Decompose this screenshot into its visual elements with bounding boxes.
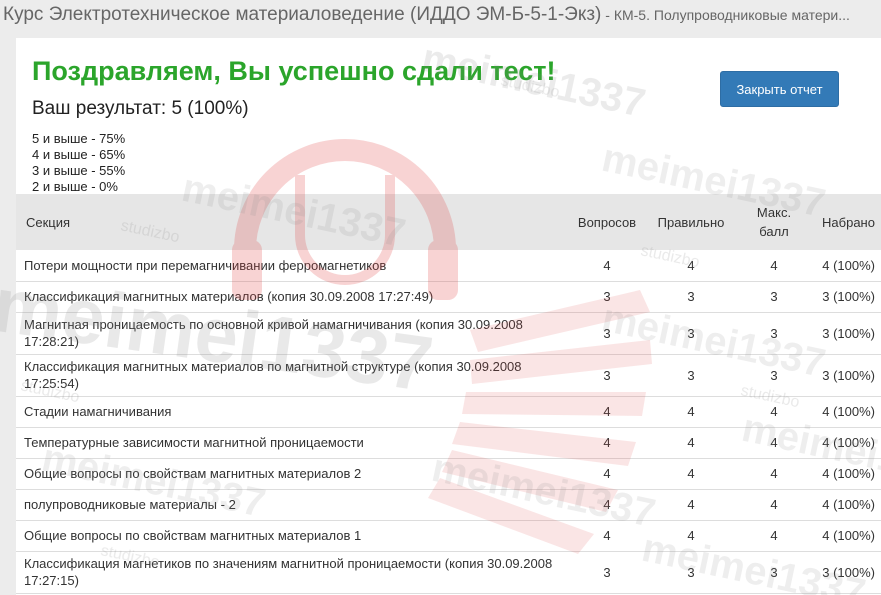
cell-questions: 4	[564, 427, 650, 459]
cell-section: Температурные зависимости магнитной прон…	[16, 427, 564, 459]
cell-correct: 3	[650, 281, 732, 313]
cell-questions: 4	[564, 250, 650, 282]
cell-questions: 3	[564, 312, 650, 355]
cell-correct: 3	[650, 551, 732, 594]
column-header-max-line2: балл	[759, 224, 789, 239]
grade-line: 2 и выше - 0%	[32, 179, 118, 194]
cell-score: 4 (100%)	[816, 520, 881, 552]
cell-correct: 4	[650, 396, 732, 428]
table-row: полупроводниковые материалы - 2 4 4 4 4 …	[16, 489, 881, 521]
column-header-questions: Вопросов	[577, 214, 637, 230]
cell-max: 3	[732, 354, 816, 397]
table-row: Общие вопросы по свойствам магнитных мат…	[16, 520, 881, 552]
cell-score: 3 (100%)	[816, 551, 881, 594]
cell-max: 4	[732, 427, 816, 459]
cell-section: Классификация магнетиков по значениям ма…	[16, 551, 564, 594]
cell-max: 4	[732, 520, 816, 552]
grade-scale: 5 и выше - 75% 4 и выше - 65% 3 и выше -…	[32, 131, 125, 195]
test-title: - КМ-5. Полупроводниковые матери...	[601, 7, 850, 23]
grade-line: 4 и выше - 65%	[32, 147, 126, 162]
cell-max: 4	[732, 396, 816, 428]
cell-correct: 4	[650, 520, 732, 552]
table-row: Классификация магнетиков по значениям ма…	[16, 551, 881, 594]
column-header-correct: Правильно	[657, 214, 725, 230]
cell-correct: 3	[650, 312, 732, 355]
cell-score: 4 (100%)	[816, 489, 881, 521]
cell-max: 3	[732, 551, 816, 594]
cell-section: Классификация магнитных материалов (копи…	[16, 281, 564, 313]
report-panel: Поздравляем, Вы успешно сдали тест! Ваш …	[16, 38, 881, 595]
table-row: Классификация магнитных материалов по ма…	[16, 354, 881, 397]
cell-section: Стадии намагничивания	[16, 396, 564, 428]
cell-section: Потери мощности при перемагничивании фер…	[16, 250, 564, 282]
cell-correct: 4	[650, 250, 732, 282]
cell-max: 3	[732, 281, 816, 313]
cell-section: Классификация магнитных материалов по ма…	[16, 354, 564, 397]
cell-score: 3 (100%)	[816, 281, 881, 313]
cell-correct: 4	[650, 458, 732, 490]
cell-max: 3	[732, 312, 816, 355]
cell-section: полупроводниковые материалы - 2	[16, 489, 564, 521]
table-row: Магнитная проницаемость по основной крив…	[16, 312, 881, 355]
table-row: Потери мощности при перемагничивании фер…	[16, 250, 881, 282]
table-header-row: Секция Вопросов Правильно Макс. балл Набр…	[16, 194, 881, 250]
course-title: Курс Электротехническое материаловедение…	[3, 4, 602, 25]
table-row: Температурные зависимости магнитной прон…	[16, 427, 881, 459]
cell-questions: 3	[564, 354, 650, 397]
cell-correct: 4	[650, 489, 732, 521]
cell-questions: 4	[564, 520, 650, 552]
cell-correct: 4	[650, 427, 732, 459]
congrats-message: Поздравляем, Вы успешно сдали тест!	[32, 56, 556, 86]
cell-section: Общие вопросы по свойствам магнитных мат…	[16, 458, 564, 490]
column-header-max-line1: Макс.	[756, 205, 792, 220]
cell-questions: 3	[564, 281, 650, 313]
column-header-section: Секция	[26, 214, 71, 230]
results-body: Потери мощности при перемагничивании фер…	[16, 250, 881, 594]
cell-score: 3 (100%)	[816, 354, 881, 397]
cell-questions: 4	[564, 458, 650, 490]
results-table: Секция Вопросов Правильно Макс. балл Набр…	[16, 194, 881, 594]
cell-max: 4	[732, 250, 816, 282]
cell-correct: 3	[650, 354, 732, 397]
cell-questions: 4	[564, 489, 650, 521]
cell-score: 4 (100%)	[816, 427, 881, 459]
grade-line: 3 и выше - 55%	[32, 163, 126, 178]
column-header-score: Набрано	[822, 214, 875, 230]
cell-score: 4 (100%)	[816, 458, 881, 490]
window-title: Курс Электротехническое материаловедение…	[0, 0, 881, 34]
cell-section: Общие вопросы по свойствам магнитных мат…	[16, 520, 564, 552]
column-header-max: Макс. балл	[732, 194, 816, 250]
cell-questions: 4	[564, 396, 650, 428]
cell-score: 4 (100%)	[816, 250, 881, 282]
table-row: Классификация магнитных материалов (копи…	[16, 281, 881, 313]
table-row: Стадии намагничивания 4 4 4 4 (100%)	[16, 396, 881, 428]
cell-score: 4 (100%)	[816, 396, 881, 428]
cell-questions: 3	[564, 551, 650, 594]
cell-section: Магнитная проницаемость по основной крив…	[16, 312, 564, 355]
table-row: Общие вопросы по свойствам магнитных мат…	[16, 458, 881, 490]
close-report-button[interactable]: Закрыть отчет	[720, 71, 839, 107]
cell-max: 4	[732, 458, 816, 490]
score-text: Ваш результат: 5 (100%)	[32, 98, 249, 119]
cell-score: 3 (100%)	[816, 312, 881, 355]
cell-max: 4	[732, 489, 816, 521]
grade-line: 5 и выше - 75%	[32, 131, 126, 146]
